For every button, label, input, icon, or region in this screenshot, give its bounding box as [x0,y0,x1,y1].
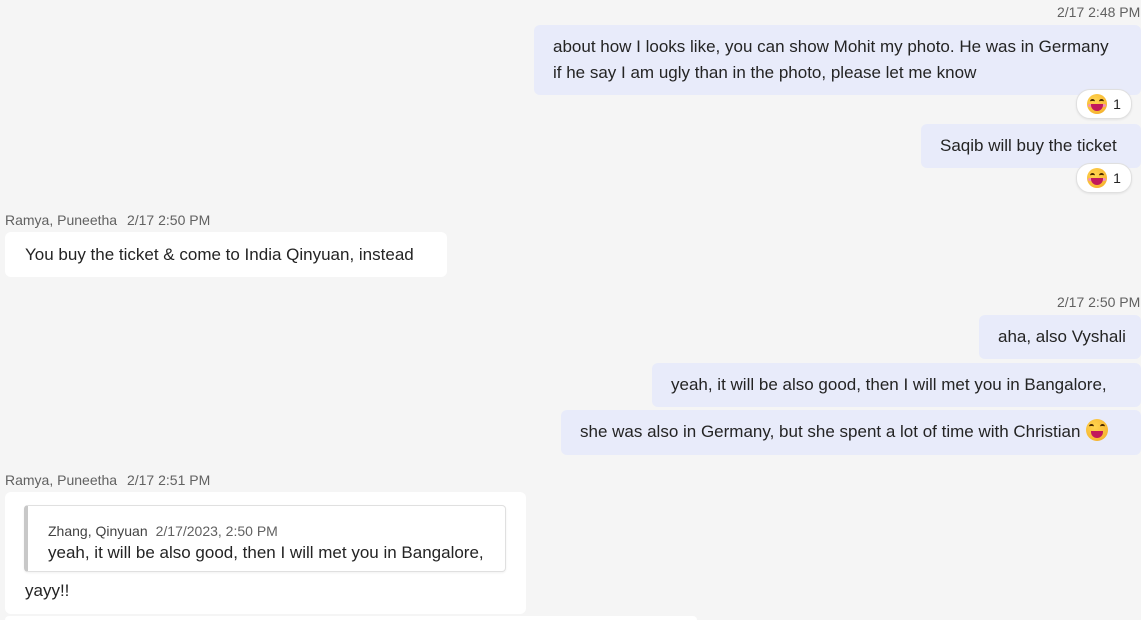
message-timestamp: 2/17 2:50 PM [1057,294,1141,310]
reaction-badge[interactable]: 1 [1076,89,1132,119]
message-text: if he say I am ugly than in the photo, p… [553,63,977,82]
laughing-face-icon [1087,94,1108,114]
quoted-timestamp: 2/17/2023, 2:50 PM [155,523,278,539]
message-bubble-self[interactable]: yeah, it will be also good, then I will … [652,363,1141,407]
grinning-face-icon [1086,419,1109,441]
message-text: about how I looks like, you can show Moh… [553,37,1109,56]
message-timestamp: 2/17 2:51 PM [126,472,211,488]
message-bubble-other[interactable]: Zhang, Qinyuan 2/17/2023, 2:50 PM yeah, i… [5,492,526,614]
message-timestamp: 2/17 2:48 PM [1057,4,1141,20]
quoted-message[interactable]: Zhang, Qinyuan 2/17/2023, 2:50 PM yeah, i… [24,505,506,572]
sender-name: Ramya, Puneetha [5,212,118,228]
message-text: You buy the ticket & come to India Qinyu… [25,245,414,264]
quoted-author: Zhang, Qinyuan [48,523,148,539]
message-bubble-other[interactable]: You buy the ticket & come to India Qinyu… [5,232,447,277]
message-bubble-self[interactable]: she was also in Germany, but she spent a… [561,410,1141,455]
message-text: Saqib will buy the ticket [940,136,1117,155]
message-text: yayy!! [25,581,70,600]
message-bubble-self[interactable]: about how I looks like, you can show Moh… [534,25,1141,95]
message-text-content: she was also in Germany, but she spent a… [580,422,1081,441]
reaction-badge[interactable]: 1 [1076,163,1132,193]
laughing-face-icon [1087,168,1108,188]
message-sender-line: Ramya, Puneetha 2/17 2:50 PM [5,212,210,228]
message-bubble-other-partial [5,616,697,620]
message-text: she was also in Germany, but she spent a… [580,419,1125,445]
reaction-count: 1 [1113,96,1121,112]
sender-name: Ramya, Puneetha [5,472,118,488]
message-text: yeah, it will be also good, then I will … [671,375,1107,394]
message-timestamp: 2/17 2:50 PM [126,212,211,228]
message-sender-line: Ramya, Puneetha 2/17 2:51 PM [5,472,210,488]
message-bubble-self[interactable]: aha, also Vyshali [979,315,1141,359]
quoted-message-text: yeah, it will be also good, then I will … [48,543,484,562]
reaction-count: 1 [1113,170,1121,186]
message-bubble-self[interactable]: Saqib will buy the ticket [921,124,1141,168]
message-text: aha, also Vyshali [998,327,1126,346]
